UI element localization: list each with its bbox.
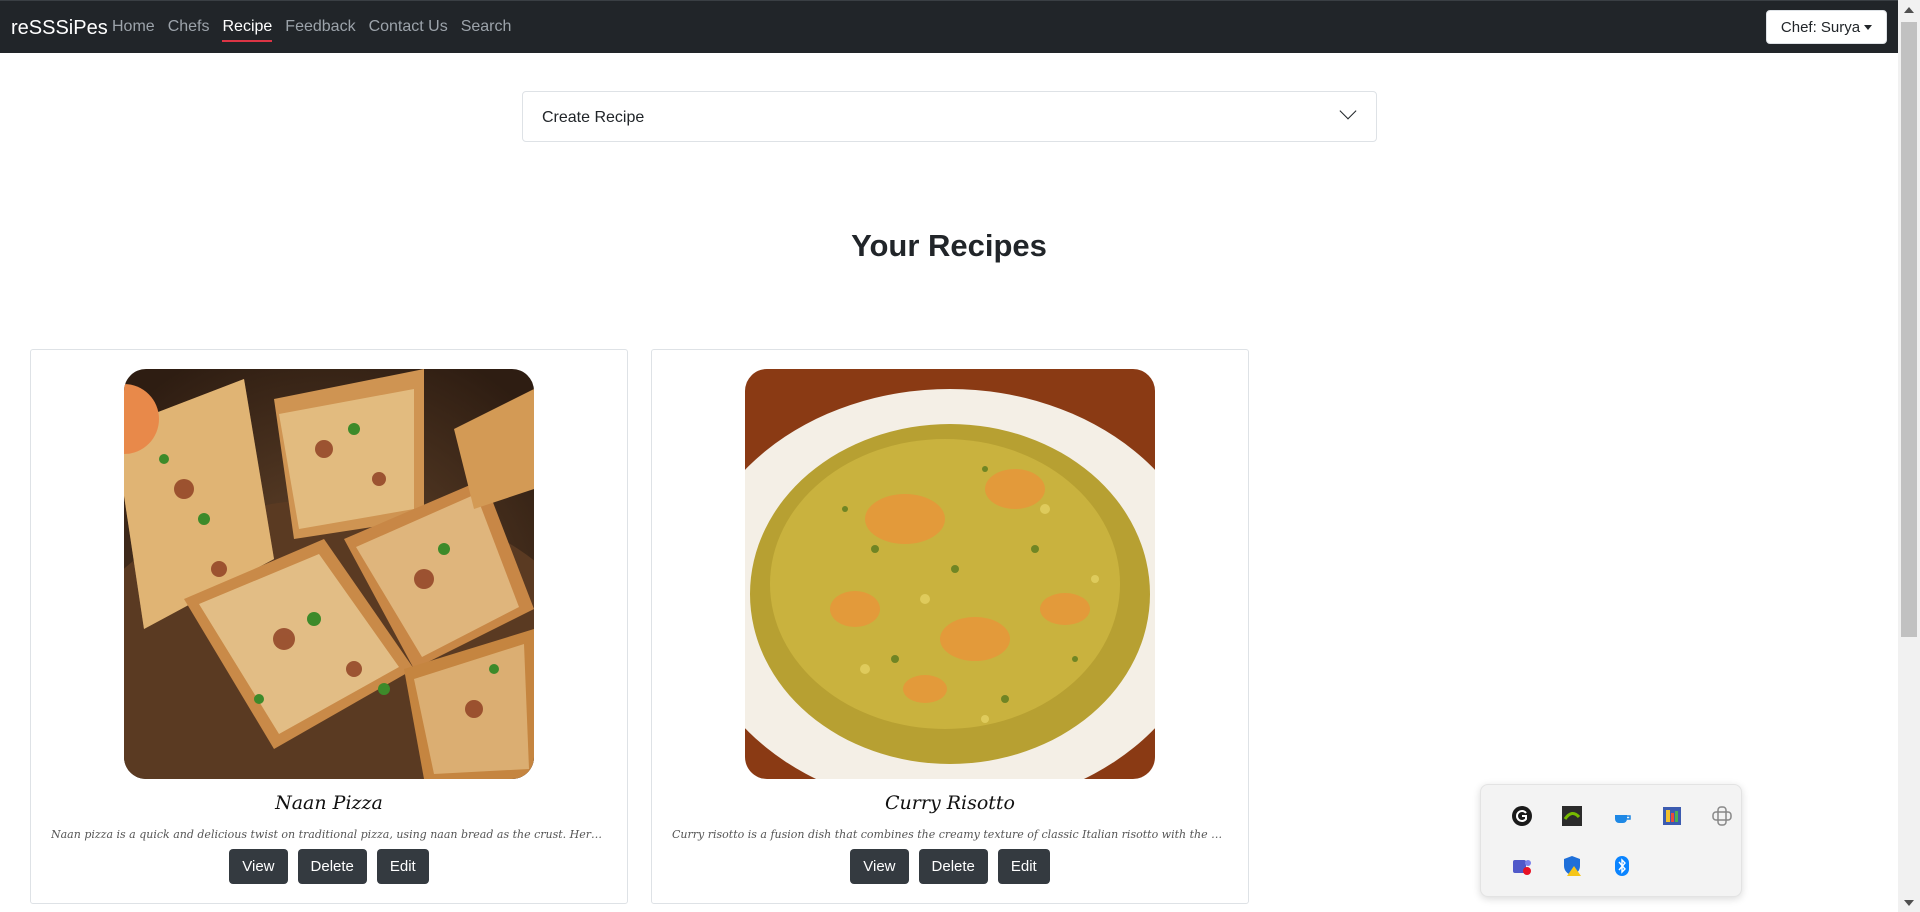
nav-link-chefs[interactable]: Chefs <box>168 18 210 36</box>
system-tray-popup <box>1480 784 1742 897</box>
network-icon[interactable] <box>1711 805 1733 827</box>
delete-button[interactable]: Delete <box>297 849 367 884</box>
recipe-description: Curry risotto is a fusion dish that comb… <box>672 828 1228 841</box>
nav-links: Home Chefs Recipe Feedback Contact Us Se… <box>112 18 524 42</box>
nav-link-search[interactable]: Search <box>461 18 512 36</box>
scroll-thumb[interactable] <box>1901 22 1917 637</box>
edit-button[interactable]: Edit <box>997 849 1050 884</box>
recipe-actions: View Delete Edit <box>31 849 627 884</box>
nav-link-home[interactable]: Home <box>112 18 155 36</box>
recipe-actions: View Delete Edit <box>652 849 1248 884</box>
teams-icon[interactable] <box>1511 855 1533 877</box>
nav-link-recipe[interactable]: Recipe <box>222 18 272 42</box>
edit-button[interactable]: Edit <box>376 849 429 884</box>
naan-pizza-photo <box>124 369 534 779</box>
naan-pizza-image <box>124 369 534 779</box>
curry-risotto-image <box>745 369 1155 779</box>
scroll-up-arrow-icon[interactable] <box>1904 7 1914 13</box>
recipe-title: Naan Pizza <box>275 792 383 814</box>
app-icon[interactable] <box>1661 805 1683 827</box>
caret-down-icon <box>1864 24 1873 30</box>
chef-dropdown-label: Chef: Surya <box>1780 18 1861 36</box>
chevron-down-icon <box>1339 102 1357 120</box>
navbar: reSSSiPes Home Chefs Recipe Feedback Con… <box>0 0 1898 53</box>
nav-link-contact-us[interactable]: Contact Us <box>369 18 448 36</box>
scroll-down-arrow-icon[interactable] <box>1904 900 1914 906</box>
recipe-title: Curry Risotto <box>885 792 1015 814</box>
create-recipe-accordion[interactable]: Create Recipe <box>522 91 1377 142</box>
brand-logo[interactable]: reSSSiPes <box>11 17 108 40</box>
page-title: Your Recipes <box>851 228 1047 263</box>
create-recipe-label: Create Recipe <box>542 109 645 126</box>
delete-button[interactable]: Delete <box>918 849 988 884</box>
page-scrollbar[interactable] <box>1898 0 1920 912</box>
java-icon[interactable] <box>1611 805 1633 827</box>
view-button[interactable]: View <box>850 849 909 884</box>
recipe-description: Naan pizza is a quick and delicious twis… <box>51 828 607 841</box>
chef-dropdown-button[interactable]: Chef: Surya <box>1766 10 1887 44</box>
ghub-icon[interactable] <box>1511 805 1533 827</box>
recipe-card: Naan Pizza Naan pizza is a quick and del… <box>30 349 628 904</box>
defender-warning-icon[interactable] <box>1561 855 1583 877</box>
view-button[interactable]: View <box>229 849 288 884</box>
nvidia-icon[interactable] <box>1561 805 1583 827</box>
bluetooth-icon[interactable] <box>1611 855 1633 877</box>
nav-link-feedback[interactable]: Feedback <box>285 18 355 36</box>
recipe-card: Curry Risotto Curry risotto is a fusion … <box>651 349 1249 904</box>
curry-risotto-photo <box>745 369 1155 779</box>
